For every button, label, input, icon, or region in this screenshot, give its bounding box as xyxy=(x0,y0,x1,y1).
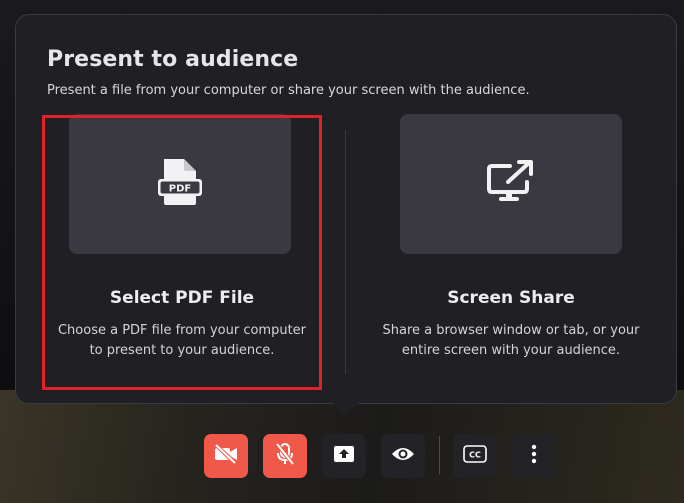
view-button[interactable] xyxy=(381,434,425,478)
options-divider xyxy=(345,130,346,374)
pdf-option-tile[interactable]: PDF xyxy=(69,114,291,254)
camera-toggle-button[interactable] xyxy=(204,434,248,478)
dialog-title: Present to audience xyxy=(47,47,299,72)
screen-share-icon xyxy=(486,160,536,208)
screen-share-description: Share a browser window or tab, or your e… xyxy=(371,321,651,361)
pdf-icon-text: PDF xyxy=(169,184,191,195)
dialog-subtitle: Present a file from your computer or sha… xyxy=(47,83,530,98)
select-pdf-file-option[interactable]: PDF Select PDF File Choose a PDF file fr… xyxy=(42,114,322,390)
dialog-pointer xyxy=(333,403,359,416)
meeting-toolbar: CC xyxy=(0,434,684,480)
mic-off-icon xyxy=(274,442,296,470)
more-options-icon xyxy=(531,444,537,468)
screen-share-description-line1: Share a browser window or tab, or your xyxy=(382,323,640,338)
closed-captions-button[interactable]: CC xyxy=(453,434,497,478)
present-upload-icon xyxy=(333,445,355,467)
present-button[interactable] xyxy=(322,434,366,478)
screen-share-description-line2: entire screen with your audience. xyxy=(401,343,621,358)
cc-icon-text: CC xyxy=(469,451,481,460)
screen-share-option[interactable]: Screen Share Share a browser window or t… xyxy=(371,114,651,390)
pdf-option-description-line1: Choose a PDF file from your computer xyxy=(57,323,307,338)
screen-share-title: Screen Share xyxy=(447,288,575,308)
screen-share-tile[interactable] xyxy=(400,114,622,254)
pdf-option-description-line2: to present to your audience. xyxy=(89,343,275,358)
toolbar-separator xyxy=(439,436,440,474)
pdf-option-description: Choose a PDF file from your computer to … xyxy=(42,321,322,361)
mic-toggle-button[interactable] xyxy=(263,434,307,478)
pdf-option-title: Select PDF File xyxy=(109,288,255,308)
camera-off-icon xyxy=(213,443,239,468)
pdf-file-icon: PDF xyxy=(158,157,202,211)
closed-captions-icon: CC xyxy=(463,445,487,467)
more-options-button[interactable] xyxy=(512,434,556,478)
eye-icon xyxy=(391,446,415,466)
